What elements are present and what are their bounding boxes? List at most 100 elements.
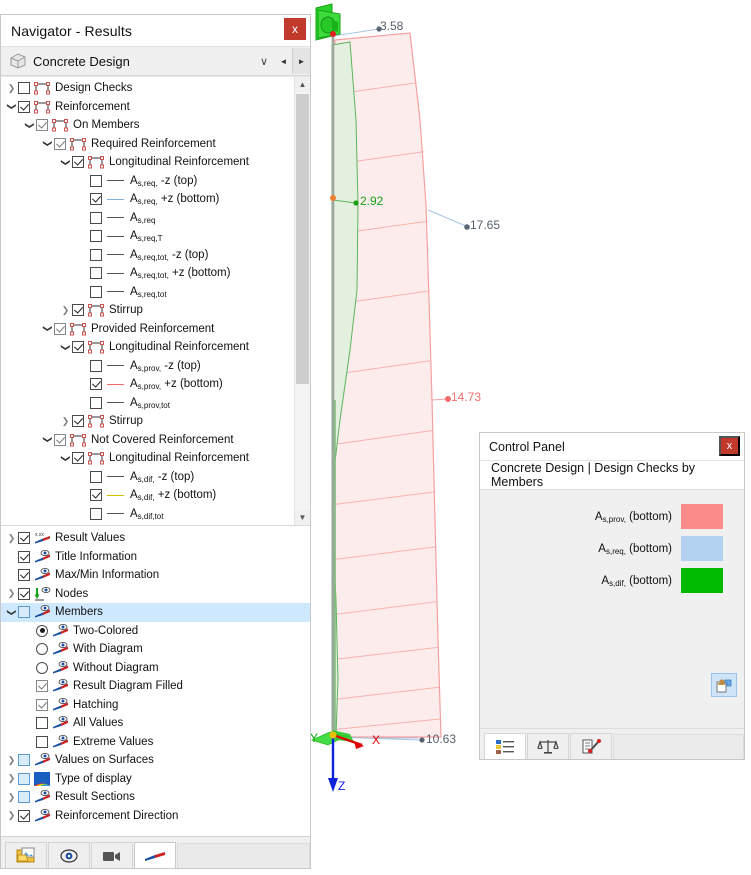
checkbox[interactable] xyxy=(18,754,30,767)
checkbox[interactable] xyxy=(90,230,102,243)
tree-row-longitudinal-reinforcement[interactable]: ❯ Longitudinal Reinforcement xyxy=(1,449,310,468)
results-navigator-tab[interactable] xyxy=(134,842,176,868)
radio-button[interactable] xyxy=(36,624,48,637)
checkbox[interactable] xyxy=(90,285,102,298)
collapse-arrow-icon[interactable]: ❯ xyxy=(43,433,53,446)
checkbox[interactable] xyxy=(18,809,30,822)
expand-arrow-icon[interactable]: ❯ xyxy=(5,589,18,598)
tree-row-with-diagram[interactable]: With Diagram xyxy=(1,640,310,659)
checkbox[interactable] xyxy=(90,174,102,187)
checkbox[interactable] xyxy=(54,433,66,446)
tree-row-stirrup[interactable]: ❯ Stirrup xyxy=(1,412,310,431)
checkbox[interactable] xyxy=(18,569,30,582)
tree-row-as-prov-z-bottom[interactable]: As,prov, +z (bottom) xyxy=(1,375,310,394)
checkbox[interactable] xyxy=(54,322,66,335)
tree-row-two-colored[interactable]: Two-Colored xyxy=(1,622,310,641)
scroll-thumb[interactable] xyxy=(296,94,309,384)
expand-arrow-icon[interactable]: ❯ xyxy=(5,811,18,820)
checkbox[interactable] xyxy=(72,156,84,169)
tree-row-design-checks[interactable]: ❯ Design Checks xyxy=(1,79,310,98)
tree-row-members[interactable]: ❯ Members xyxy=(1,603,310,622)
scroll-up-button[interactable]: ▲ xyxy=(295,77,310,92)
tree-row-hatching[interactable]: Hatching xyxy=(1,696,310,715)
scroll-down-button[interactable]: ▼ xyxy=(295,510,310,525)
radio-button[interactable] xyxy=(36,643,48,656)
collapse-arrow-icon[interactable]: ❯ xyxy=(25,119,35,132)
expand-arrow-icon[interactable]: ❯ xyxy=(5,792,18,802)
tree-row-as-req-tot-z-bottom[interactable]: As,req,tot, +z (bottom) xyxy=(1,264,310,283)
collapse-arrow-icon[interactable]: ❯ xyxy=(61,156,71,169)
tree-row-required-reinforcement[interactable]: ❯ Required Reinforcement xyxy=(1,135,310,154)
collapse-arrow-icon[interactable]: ❯ xyxy=(43,137,53,150)
prev-arrow-icon[interactable]: ◄ xyxy=(275,48,292,74)
checkbox[interactable] xyxy=(90,507,102,520)
control-panel-window[interactable]: Control Panel x Concrete Design | Design… xyxy=(479,432,745,760)
chevron-down-icon[interactable]: ∨ xyxy=(253,55,275,68)
collapse-arrow-icon[interactable]: ❯ xyxy=(7,100,17,113)
expand-arrow-icon[interactable]: ❯ xyxy=(5,774,18,783)
checkbox[interactable] xyxy=(18,100,30,113)
checkbox[interactable] xyxy=(18,550,30,563)
expand-arrow-icon[interactable]: ❯ xyxy=(59,416,72,426)
reinforcement-tree[interactable]: ❯ Design Checks ❯ Reinforcement ❯ On Members ❯… xyxy=(1,77,310,526)
checkbox[interactable] xyxy=(18,791,30,804)
checkbox[interactable] xyxy=(90,378,102,391)
tree-row-values-on-surfaces[interactable]: ❯ Values on Surfaces xyxy=(1,751,310,770)
tree-row-as-prov-tot[interactable]: As,prov,tot xyxy=(1,394,310,413)
display-properties-tab[interactable] xyxy=(570,733,612,759)
checkbox[interactable] xyxy=(90,211,102,224)
checkbox[interactable] xyxy=(18,82,30,95)
checkbox[interactable] xyxy=(72,415,84,428)
project-navigator-tab[interactable] xyxy=(5,842,47,868)
checkbox[interactable] xyxy=(18,606,30,619)
expand-arrow-icon[interactable]: ❯ xyxy=(5,533,18,543)
expand-arrow-icon[interactable]: ❯ xyxy=(5,755,18,765)
checkbox[interactable] xyxy=(18,587,30,600)
tree-row-as-dif-z-bottom[interactable]: As,dif, +z (bottom) xyxy=(1,486,310,505)
navigator-results-window[interactable]: Navigator - Results x Concrete Design ∨ … xyxy=(0,14,311,869)
control-panel-close-button[interactable]: x xyxy=(719,436,740,456)
checkbox[interactable] xyxy=(90,267,102,280)
color-scale-tab[interactable] xyxy=(484,733,526,759)
checkbox[interactable] xyxy=(18,532,30,545)
checkbox[interactable] xyxy=(72,341,84,354)
tree-row-as-req-tot-z-top[interactable]: As,req,tot, -z (top) xyxy=(1,246,310,265)
tree-row-as-req-z-bottom[interactable]: As,req, +z (bottom) xyxy=(1,190,310,209)
checkbox[interactable] xyxy=(36,717,48,730)
tree-row-all-values[interactable]: All Values xyxy=(1,714,310,733)
legend-color-swatch[interactable] xyxy=(681,536,723,561)
collapse-arrow-icon[interactable]: ❯ xyxy=(61,452,71,465)
tree-row-reinforcement-direction[interactable]: ❯ Reinforcement Direction xyxy=(1,807,310,826)
tree-row-not-covered-reinforcement[interactable]: ❯ Not Covered Reinforcement xyxy=(1,431,310,450)
checkbox[interactable] xyxy=(18,772,30,785)
tree-row-as-prov-z-top[interactable]: As,prov, -z (top) xyxy=(1,357,310,376)
checkbox[interactable] xyxy=(36,680,48,693)
tree-row-as-req-tot[interactable]: As,req,tot xyxy=(1,283,310,302)
tree-row-as-req[interactable]: As,req xyxy=(1,209,310,228)
checkbox[interactable] xyxy=(72,304,84,317)
checkbox[interactable] xyxy=(36,698,48,711)
tree-row-result-diagram-filled[interactable]: Result Diagram Filled xyxy=(1,677,310,696)
radio-button[interactable] xyxy=(36,661,48,674)
checkbox[interactable] xyxy=(90,248,102,261)
tree-row-longitudinal-reinforcement[interactable]: ❯ Longitudinal Reinforcement xyxy=(1,338,310,357)
checkbox[interactable] xyxy=(90,193,102,206)
tree-row-without-diagram[interactable]: Without Diagram xyxy=(1,659,310,678)
next-arrow-icon[interactable]: ► xyxy=(292,48,310,74)
checkbox[interactable] xyxy=(54,137,66,150)
tree-row-as-dif-tot[interactable]: As,dif,tot xyxy=(1,505,310,524)
legend-color-swatch[interactable] xyxy=(681,568,723,593)
legend-color-swatch[interactable] xyxy=(681,504,723,529)
expand-arrow-icon[interactable]: ❯ xyxy=(59,305,72,315)
checkbox[interactable] xyxy=(72,452,84,465)
collapse-arrow-icon[interactable]: ❯ xyxy=(7,606,17,619)
tree-row-reinforcement[interactable]: ❯ Reinforcement xyxy=(1,98,310,117)
tree-row-type-of-display[interactable]: ❯ Type of display xyxy=(1,770,310,789)
tree-row-stirrup[interactable]: ❯ Stirrup xyxy=(1,301,310,320)
tree-row-extreme-values[interactable]: Extreme Values xyxy=(1,733,310,752)
tree-row-as-req-z-top[interactable]: As,req, -z (top) xyxy=(1,172,310,191)
checkbox[interactable] xyxy=(90,396,102,409)
navigator-tab-bar[interactable] xyxy=(1,836,310,868)
views-navigator-tab[interactable] xyxy=(91,842,133,868)
design-module-selector[interactable]: Concrete Design ∨ ◄ ► xyxy=(1,47,310,76)
